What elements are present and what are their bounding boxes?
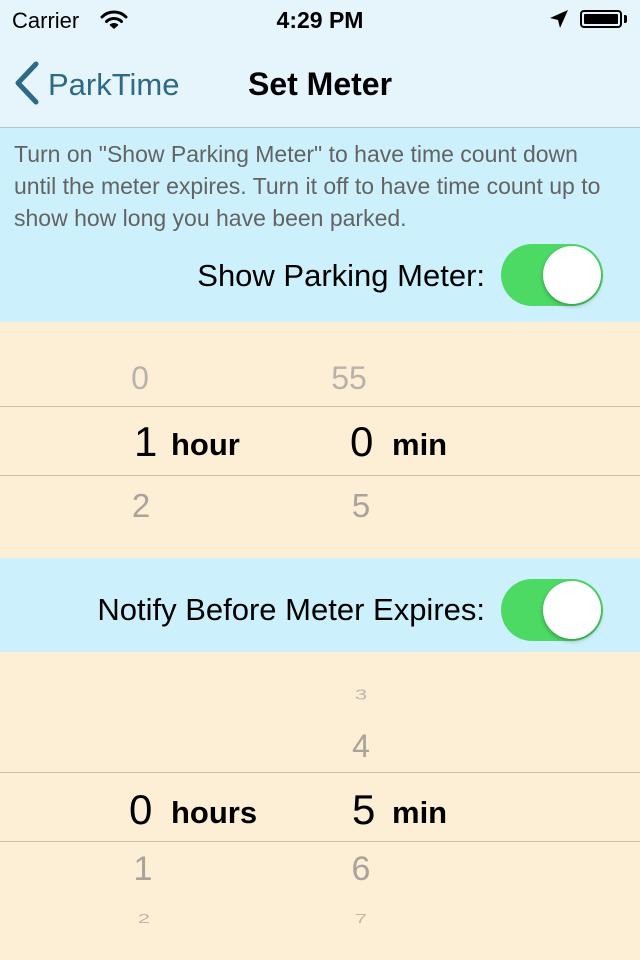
- notify-minutes-option-above[interactable]: 4: [321, 728, 401, 765]
- battery-tip: [624, 15, 627, 23]
- location-arrow-icon: [549, 9, 569, 35]
- notify-minutes-selected[interactable]: 5: [352, 786, 375, 834]
- minutes-option-above[interactable]: 55: [309, 360, 389, 397]
- show-meter-label: Show Parking Meter:: [197, 258, 485, 293]
- notify-duration-picker[interactable]: 0 hours 1 2 3 4 5 min 6 7: [0, 652, 640, 960]
- meter-description: Turn on "Show Parking Meter" to have tim…: [14, 141, 601, 231]
- picker-selection-bottom: [0, 841, 640, 842]
- notify-hours-unit-label: hours: [171, 795, 258, 830]
- notify-minutes-option-below[interactable]: 6: [321, 850, 401, 889]
- notify-label: Notify Before Meter Expires:: [97, 592, 485, 627]
- notify-minutes-option-below-2[interactable]: 7: [321, 911, 401, 927]
- toggle-knob: [543, 581, 601, 639]
- notify-settings-panel: Notify Before Meter Expires:: [0, 558, 640, 652]
- top-bar: Carrier 4:29 PM ParkTime Set Meter: [0, 0, 640, 128]
- notify-minutes-unit-label: min: [392, 795, 448, 830]
- meter-settings-panel: Turn on "Show Parking Meter" to have tim…: [0, 128, 640, 322]
- picker-selection-top: [0, 772, 640, 773]
- toggle-knob: [543, 246, 601, 304]
- show-meter-toggle[interactable]: [501, 244, 603, 306]
- picker-selection-bottom: [0, 475, 640, 476]
- minutes-option-below[interactable]: 5: [321, 487, 401, 525]
- minutes-unit-label: min: [392, 427, 448, 462]
- notify-hours-option-below-2[interactable]: 2: [104, 911, 184, 927]
- page-title-text: Set Meter: [247, 66, 393, 102]
- notify-minutes-option-above-2[interactable]: 3: [321, 687, 401, 704]
- hours-option-above[interactable]: 0: [100, 360, 180, 397]
- page-title: Set Meter: [0, 66, 640, 103]
- hours-unit-label: hour: [171, 427, 240, 462]
- minutes-selected[interactable]: 0: [350, 418, 373, 466]
- status-bar: Carrier 4:29 PM: [0, 0, 640, 40]
- status-time: 4:29 PM: [276, 7, 364, 33]
- hours-option-below[interactable]: 2: [101, 487, 181, 525]
- notify-hours-option-below[interactable]: 1: [103, 850, 183, 889]
- meter-duration-picker[interactable]: 0 1 hour 2 55 0 min 5: [0, 322, 640, 558]
- battery-icon: [580, 10, 622, 28]
- notify-hours-selected[interactable]: 0: [129, 786, 152, 834]
- notify-toggle[interactable]: [501, 579, 603, 641]
- picker-selection-top: [0, 406, 640, 407]
- hours-selected[interactable]: 1: [134, 418, 157, 466]
